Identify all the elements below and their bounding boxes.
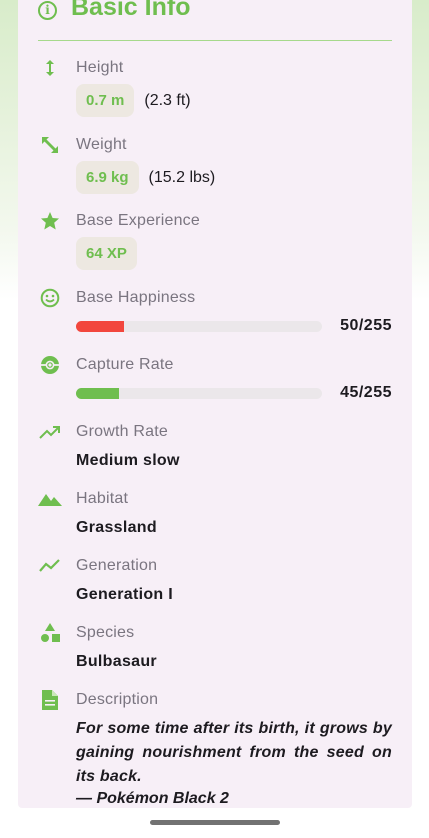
shapes-icon [38, 623, 62, 643]
growth-rate-label: Growth Rate [76, 423, 169, 440]
description-text: For some time after its birth, it grows … [76, 720, 392, 785]
generation-label: Generation [76, 557, 158, 574]
height-chip: 0.7 m [76, 84, 135, 117]
description-source: — Pokémon Black 2 [76, 790, 229, 807]
vertical-arrows-icon [38, 58, 62, 78]
base-happiness-bar [76, 321, 322, 332]
base-happiness-label: Base Happiness [76, 289, 196, 306]
height-imperial: (2.3 ft) [144, 91, 191, 109]
info-icon: i [38, 0, 57, 20]
pokeball-icon [38, 355, 62, 375]
capture-rate-value: 45/255 [340, 384, 392, 401]
section-divider [38, 40, 392, 41]
base-happiness-value: 50/255 [340, 317, 392, 334]
generation-value: Generation I [76, 586, 173, 603]
mountain-icon [38, 489, 62, 509]
capture-rate-bar-fill [76, 388, 120, 399]
trending-up-icon [38, 422, 62, 442]
height-label: Height [76, 59, 124, 76]
species-value: Bulbasaur [76, 653, 157, 670]
habitat-value: Grassland [76, 519, 157, 536]
weight-label: Weight [76, 136, 127, 153]
base-happiness-bar-fill [76, 321, 125, 332]
section-title: Basic Info [71, 0, 191, 21]
weight-chip: 6.9 kg [76, 161, 139, 194]
capture-rate-bar [76, 388, 322, 399]
diagonal-arrows-icon [38, 135, 62, 155]
section-header: i Basic Info [38, 0, 392, 26]
timeline-icon [38, 556, 62, 576]
star-icon [38, 211, 62, 231]
description-label: Description [76, 691, 159, 708]
weight-imperial: (15.2 lbs) [148, 168, 216, 186]
base-experience-values: 64 XP [76, 237, 137, 270]
basic-info-card [18, 0, 412, 808]
home-indicator[interactable] [150, 820, 280, 825]
document-icon [38, 690, 62, 710]
growth-rate-value: Medium slow [76, 452, 180, 469]
base-experience-label: Base Experience [76, 212, 200, 229]
height-values: 0.7 m (2.3 ft) [76, 84, 191, 117]
species-label: Species [76, 624, 135, 641]
weight-values: 6.9 kg (15.2 lbs) [76, 161, 215, 194]
habitat-label: Habitat [76, 490, 129, 507]
capture-rate-label: Capture Rate [76, 356, 174, 373]
base-experience-chip: 64 XP [76, 237, 137, 270]
smiley-icon [38, 288, 62, 308]
